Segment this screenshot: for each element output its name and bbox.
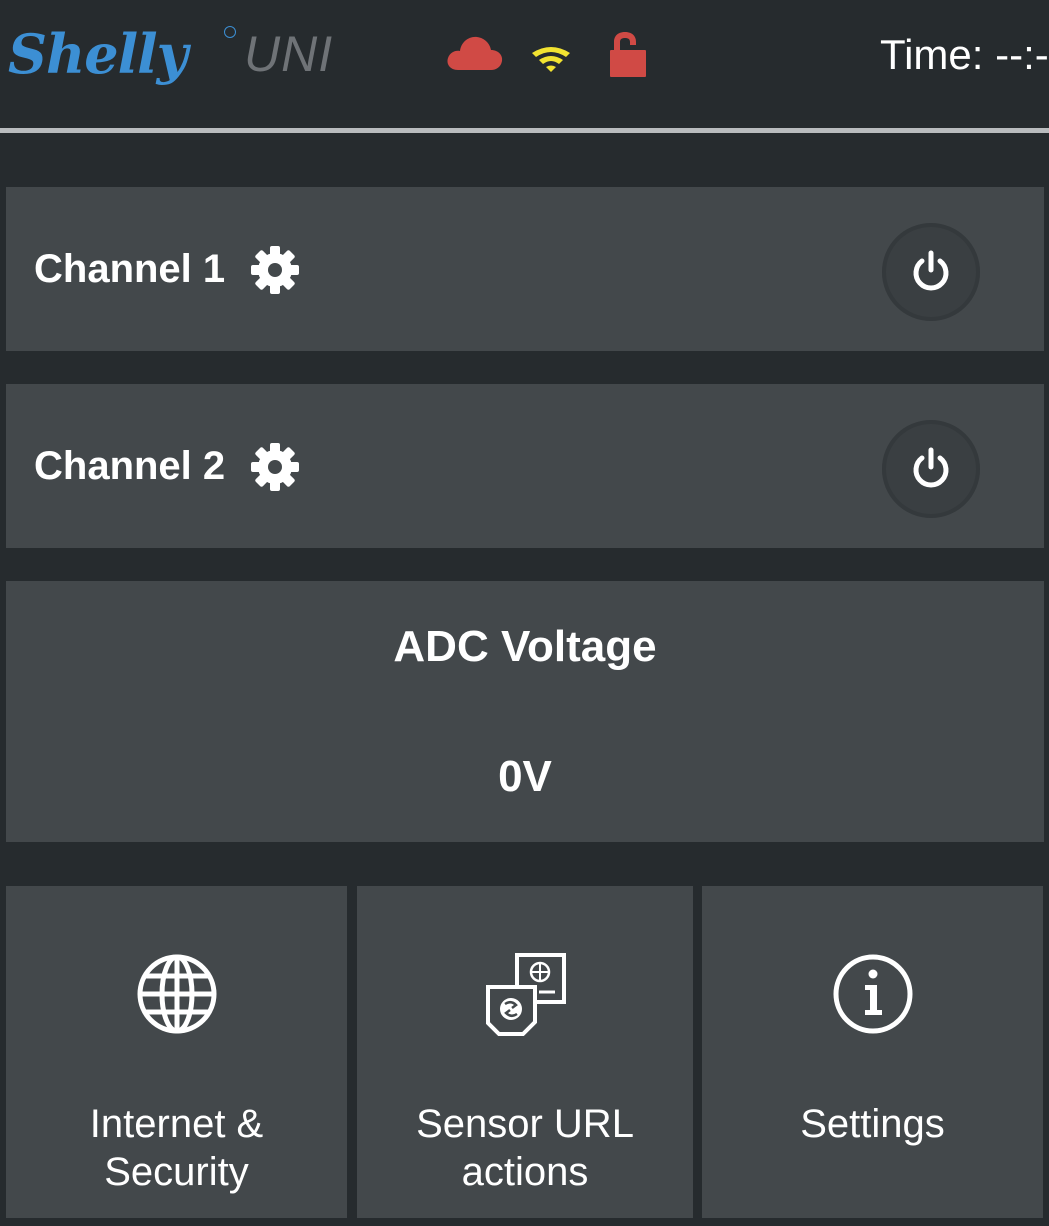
settings-label-line1: Settings <box>800 1102 945 1146</box>
time-display: Time: --:-- <box>880 31 1049 78</box>
wifi-icon[interactable] <box>530 44 572 74</box>
channel-1-power-button[interactable] <box>882 223 980 321</box>
logo-model-text: UNI <box>244 26 334 82</box>
adc-voltage-value: 0V <box>498 752 552 801</box>
logo-brand-text: Shelly <box>8 22 188 86</box>
gear-icon[interactable] <box>248 440 302 494</box>
unlocked-padlock-icon[interactable] <box>608 30 648 78</box>
sensor-url-actions-tile[interactable]: Sensor URL actions <box>357 886 693 1218</box>
gear-icon[interactable] <box>248 243 302 297</box>
url-actions-icon <box>486 953 566 1036</box>
cloud-icon[interactable] <box>446 34 504 72</box>
shelly-logo: Shelly UNI <box>8 14 348 104</box>
sensor-url-actions-label-line2: actions <box>461 1150 589 1194</box>
settings-label: Settings <box>702 1100 1043 1148</box>
channel-2-panel: Channel 2 <box>6 384 1044 548</box>
internet-security-label-line1: Internet & <box>89 1102 264 1146</box>
info-icon <box>833 954 912 1034</box>
channel-1-panel: Channel 1 <box>6 187 1044 351</box>
sensor-url-actions-label-line1: Sensor URL <box>416 1102 634 1146</box>
registered-mark-icon <box>224 26 236 38</box>
settings-tile[interactable]: Settings <box>702 886 1043 1218</box>
adc-voltage-panel: ADC Voltage 0V <box>6 581 1044 842</box>
sensor-url-actions-label: Sensor URL actions <box>357 1100 693 1196</box>
channel-2-name: Channel 2 <box>34 444 226 488</box>
adc-voltage-title: ADC Voltage <box>393 622 657 671</box>
globe-icon <box>137 954 216 1034</box>
channel-2-power-button[interactable] <box>882 420 980 518</box>
channel-1-name: Channel 1 <box>34 247 226 291</box>
app-header: Shelly UNI Time: --:-- <box>0 0 1049 128</box>
header-divider <box>0 128 1049 133</box>
internet-security-tile[interactable]: Internet & Security <box>6 886 347 1218</box>
internet-security-label: Internet & Security <box>6 1100 347 1196</box>
internet-security-label-line2: Security <box>104 1150 249 1194</box>
power-icon <box>913 250 949 291</box>
power-icon <box>913 447 949 488</box>
